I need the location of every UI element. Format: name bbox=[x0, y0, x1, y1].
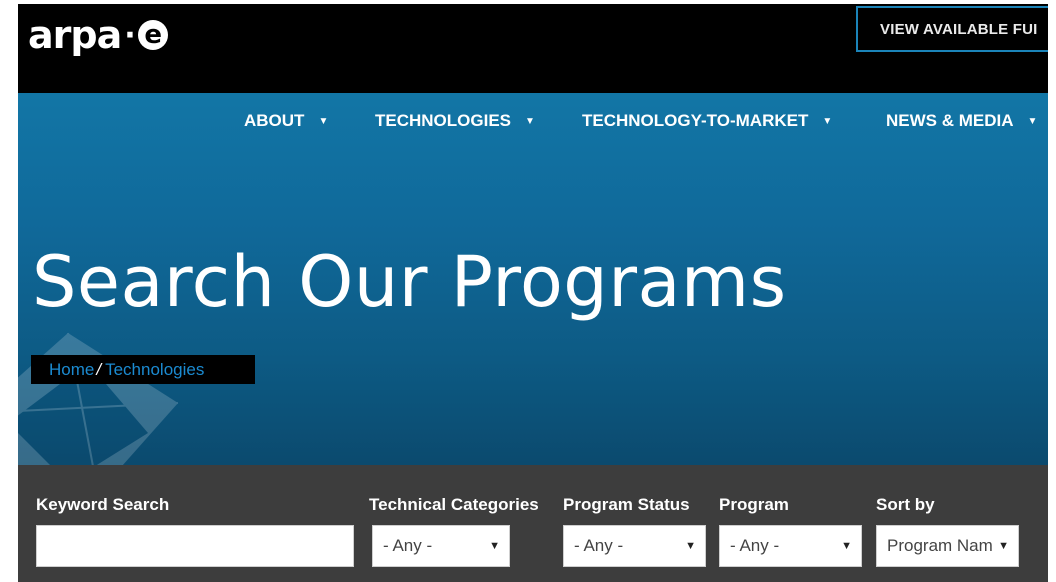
dropdown-arrow-icon: ▼ bbox=[998, 540, 1009, 552]
dropdown-arrow-icon: ▼ bbox=[489, 540, 500, 552]
program-status-label: Program Status bbox=[563, 495, 690, 514]
chevron-down-icon: ▼ bbox=[1027, 115, 1038, 127]
top-bar: arpa · e VIEW AVAILABLE FUI bbox=[18, 4, 1048, 93]
keyword-search-label: Keyword Search bbox=[36, 495, 170, 514]
technical-categories-label: Technical Categories bbox=[369, 495, 539, 514]
nav-item-news-media[interactable]: NEWS & MEDIA ▼ bbox=[886, 111, 1037, 131]
breadcrumb: Home / Technologies bbox=[31, 355, 255, 384]
breadcrumb-technologies-link[interactable]: Technologies bbox=[105, 360, 204, 380]
keyword-search-input[interactable] bbox=[36, 525, 354, 567]
dropdown-arrow-icon: ▼ bbox=[685, 540, 696, 552]
sort-by-label: Sort by bbox=[876, 495, 935, 514]
select-value: - Any - bbox=[383, 536, 433, 555]
program-select[interactable]: - Any - ▼ bbox=[719, 525, 862, 567]
logo-dot: · bbox=[124, 17, 135, 53]
chevron-down-icon: ▼ bbox=[318, 115, 329, 127]
view-available-funding-button[interactable]: VIEW AVAILABLE FUI bbox=[856, 6, 1048, 52]
technical-categories-select[interactable]: - Any - ▼ bbox=[372, 525, 510, 567]
select-value: - Any - bbox=[730, 536, 780, 555]
breadcrumb-separator: / bbox=[96, 359, 102, 379]
nav-item-label: ABOUT bbox=[244, 111, 305, 130]
logo-text: arpa bbox=[28, 13, 122, 57]
sort-by-select[interactable]: Program Nam ▼ bbox=[876, 525, 1019, 567]
logo-e-mark: e bbox=[137, 20, 168, 50]
search-filter-bar: Keyword Search Technical Categories - An… bbox=[18, 465, 1048, 582]
hero-banner: ABOUT ▼ TECHNOLOGIES ▼ TECHNOLOGY-TO-MAR… bbox=[18, 93, 1048, 465]
program-label: Program bbox=[719, 495, 789, 514]
page-title: Search Our Programs bbox=[32, 241, 787, 323]
page-frame: arpa · e VIEW AVAILABLE FUI ABOUT ▼ TECH… bbox=[18, 4, 1048, 582]
chevron-down-icon: ▼ bbox=[525, 115, 535, 127]
nav-item-technology-to-market[interactable]: TECHNOLOGY-TO-MARKET ▼ bbox=[582, 111, 832, 131]
nav-item-about[interactable]: ABOUT ▼ bbox=[244, 111, 328, 131]
program-status-select[interactable]: - Any - ▼ bbox=[563, 525, 706, 567]
nav-item-label: TECHNOLOGIES bbox=[375, 111, 512, 130]
nav-item-label: TECHNOLOGY-TO-MARKET bbox=[582, 111, 809, 130]
nav-item-technologies[interactable]: TECHNOLOGIES ▼ bbox=[375, 111, 535, 131]
select-value: Program Nam bbox=[887, 536, 993, 555]
main-nav: ABOUT ▼ TECHNOLOGIES ▼ TECHNOLOGY-TO-MAR… bbox=[18, 105, 1048, 135]
dropdown-arrow-icon: ▼ bbox=[841, 540, 852, 552]
arpa-e-logo[interactable]: arpa · e bbox=[28, 10, 168, 60]
nav-item-label: NEWS & MEDIA bbox=[886, 111, 1014, 130]
breadcrumb-home-link[interactable]: Home bbox=[49, 360, 94, 380]
select-value: - Any - bbox=[574, 536, 624, 555]
chevron-down-icon: ▼ bbox=[822, 115, 833, 127]
